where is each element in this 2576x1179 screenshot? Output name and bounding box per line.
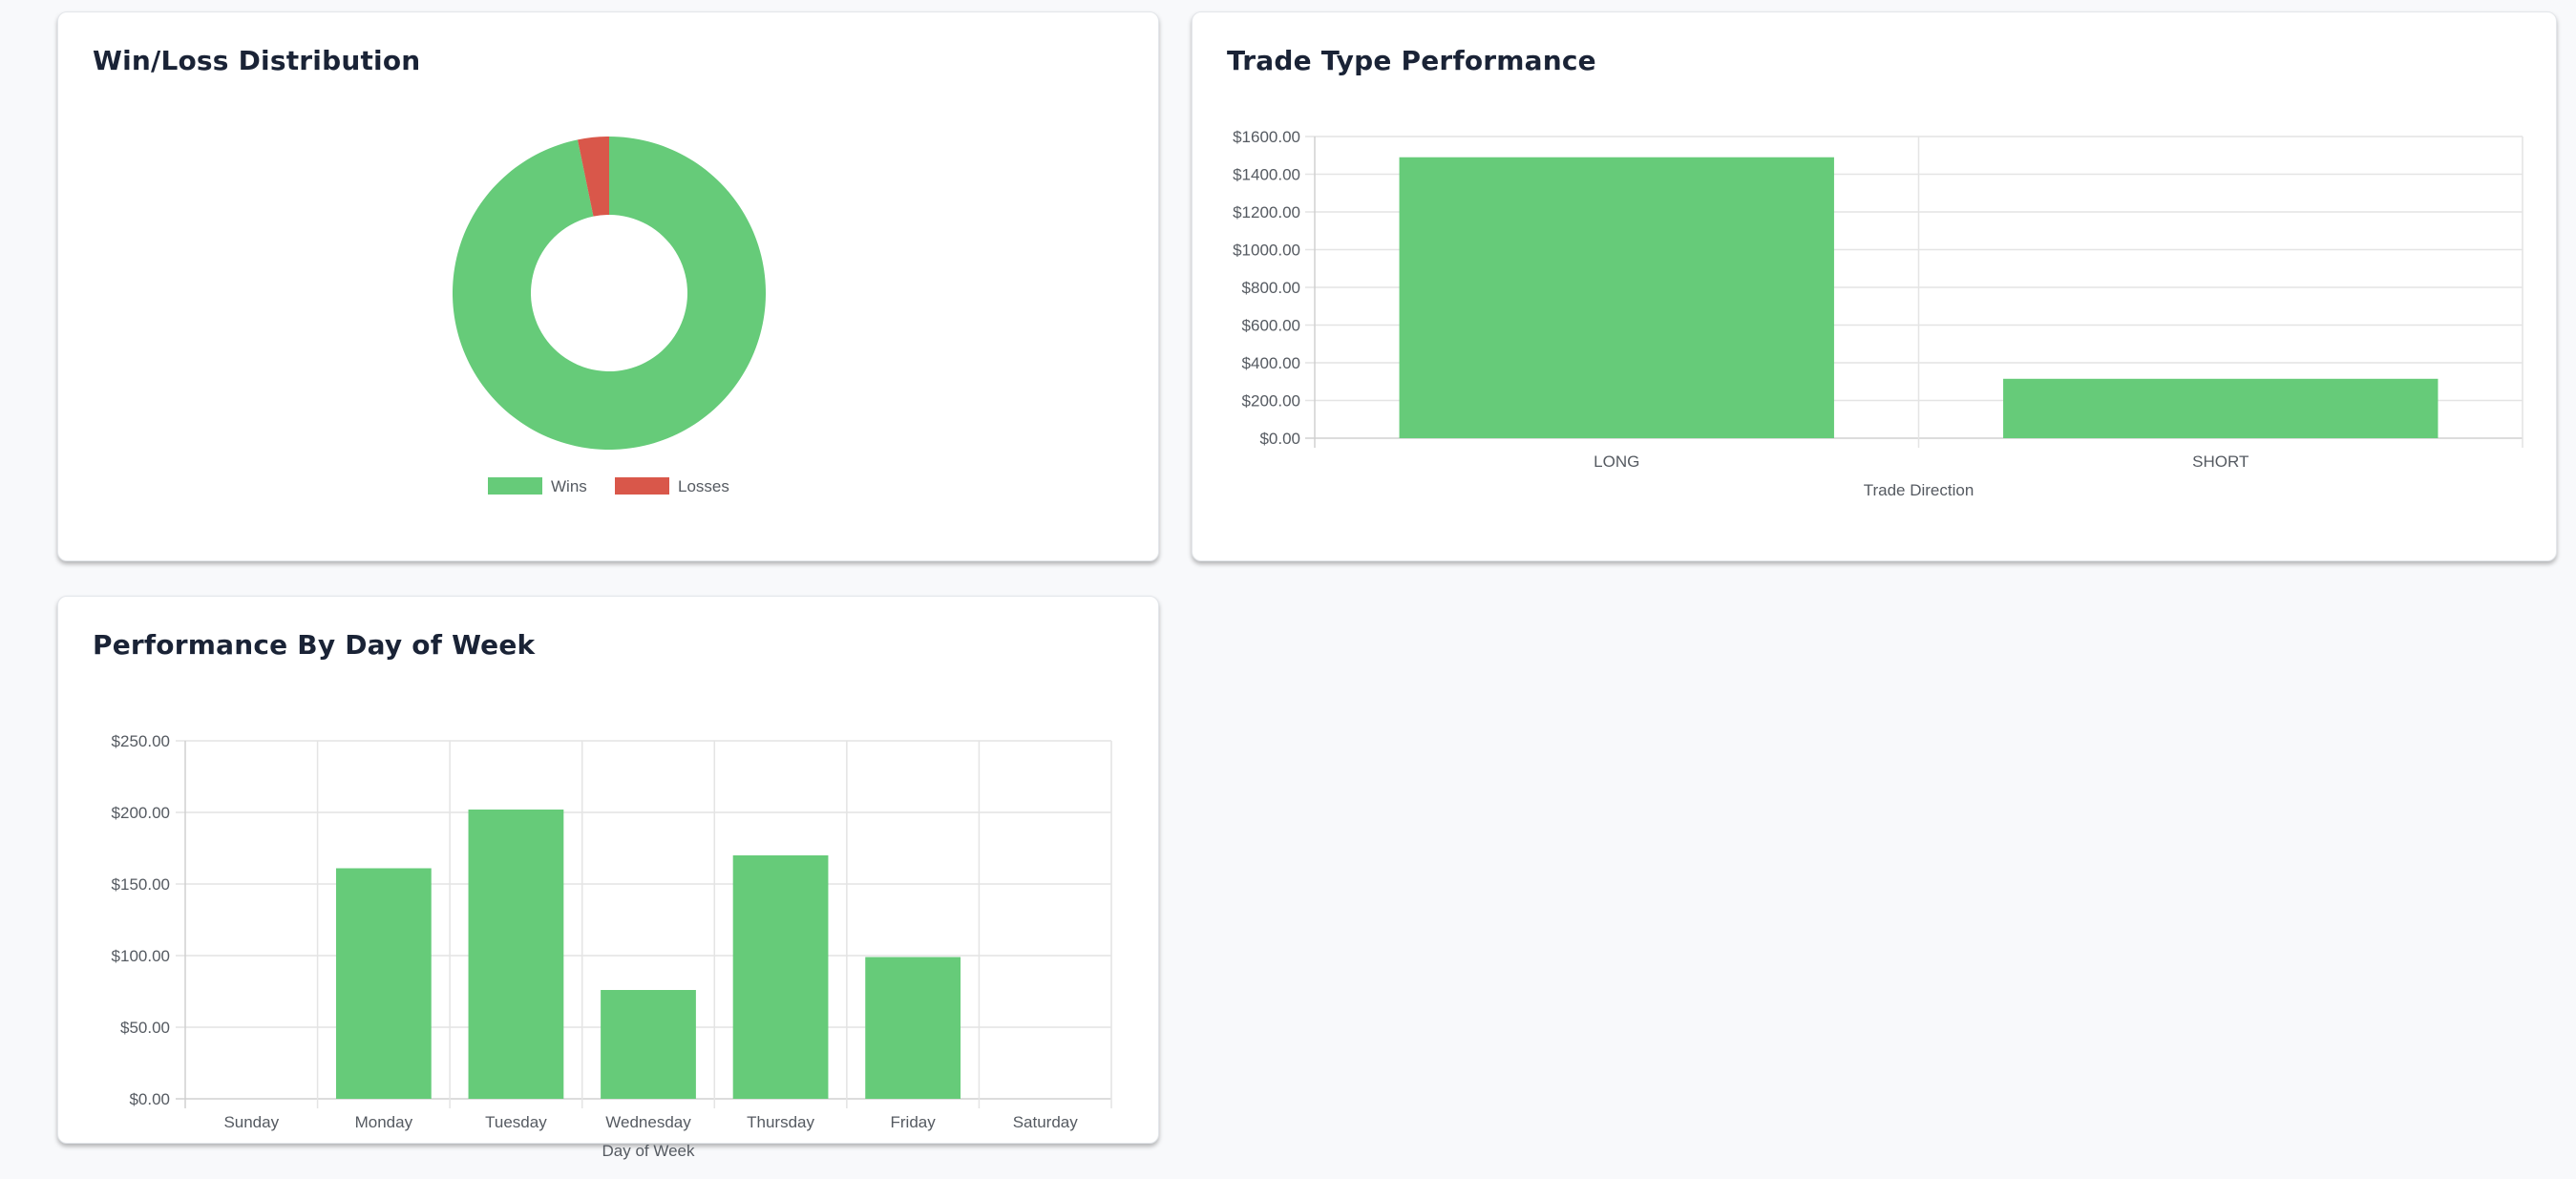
dayofweek-card: Performance By Day of Week $0.00 $50.00 $1… [57, 596, 1159, 1160]
y-tick-label: $250.00 [112, 732, 170, 750]
x-tick-label-saturday: Saturday [1013, 1113, 1079, 1131]
dayofweek-chart: $0.00 $50.00 $100.00 $150.00 $200.00 $250.00 S… [112, 732, 1112, 1160]
y-tick-label: $400.00 [1242, 354, 1300, 372]
y-tick-label: $200.00 [1242, 392, 1300, 411]
y-tick-label: $1200.00 [1233, 203, 1300, 221]
tradetype-card: Trade Type Performance $0.00 $200.00 $400.… [1192, 11, 2557, 561]
tradetype-chart: $0.00 $200.00 $400.00 $600.00 $800.00 $1000.0… [1233, 128, 2523, 499]
y-tick-label: $800.00 [1242, 279, 1300, 297]
legend-swatch-losses[interactable] [615, 477, 669, 495]
x-tick-label-sunday: Sunday [223, 1113, 279, 1131]
y-tick-label: $0.00 [1259, 430, 1300, 448]
bar-short[interactable] [2003, 378, 2439, 438]
winloss-chart: Wins Losses [453, 137, 766, 495]
y-tick-label: $150.00 [112, 875, 170, 894]
legend-swatch-wins[interactable] [488, 477, 542, 495]
y-tick-label: $600.00 [1242, 317, 1300, 335]
y-tick-label: $200.00 [112, 804, 170, 822]
x-axis-title: Day of Week [602, 1142, 695, 1160]
x-tick-label-thursday: Thursday [747, 1113, 814, 1131]
x-axis-title: Trade Direction [1864, 481, 1974, 499]
bar-wednesday[interactable] [601, 990, 696, 1099]
legend-label-losses[interactable]: Losses [678, 477, 729, 495]
x-tick-label-monday: Monday [355, 1113, 413, 1131]
bar-thursday[interactable] [732, 855, 829, 1099]
y-tick-label: $1400.00 [1233, 166, 1300, 184]
bar-monday[interactable] [335, 868, 432, 1100]
x-tick-label-long: LONG [1594, 453, 1639, 471]
bar-tuesday[interactable] [468, 810, 564, 1099]
y-tick-label: $1600.00 [1233, 128, 1300, 146]
bar-long[interactable] [1399, 157, 1834, 438]
legend-label-wins[interactable]: Wins [551, 477, 587, 495]
y-tick-label: $100.00 [112, 947, 170, 965]
x-tick-label-friday: Friday [891, 1113, 937, 1131]
y-tick-label: $50.00 [120, 1019, 170, 1037]
bar-friday[interactable] [865, 957, 961, 1100]
x-tick-label-tuesday: Tuesday [485, 1113, 547, 1131]
y-tick-label: $1000.00 [1233, 242, 1300, 260]
x-tick-label-short: SHORT [2192, 453, 2249, 471]
y-tick-label: $0.00 [129, 1090, 170, 1108]
winloss-card: Win/Loss Distribution Wins Losses [57, 11, 1159, 561]
x-tick-label-wednesday: Wednesday [605, 1113, 691, 1131]
